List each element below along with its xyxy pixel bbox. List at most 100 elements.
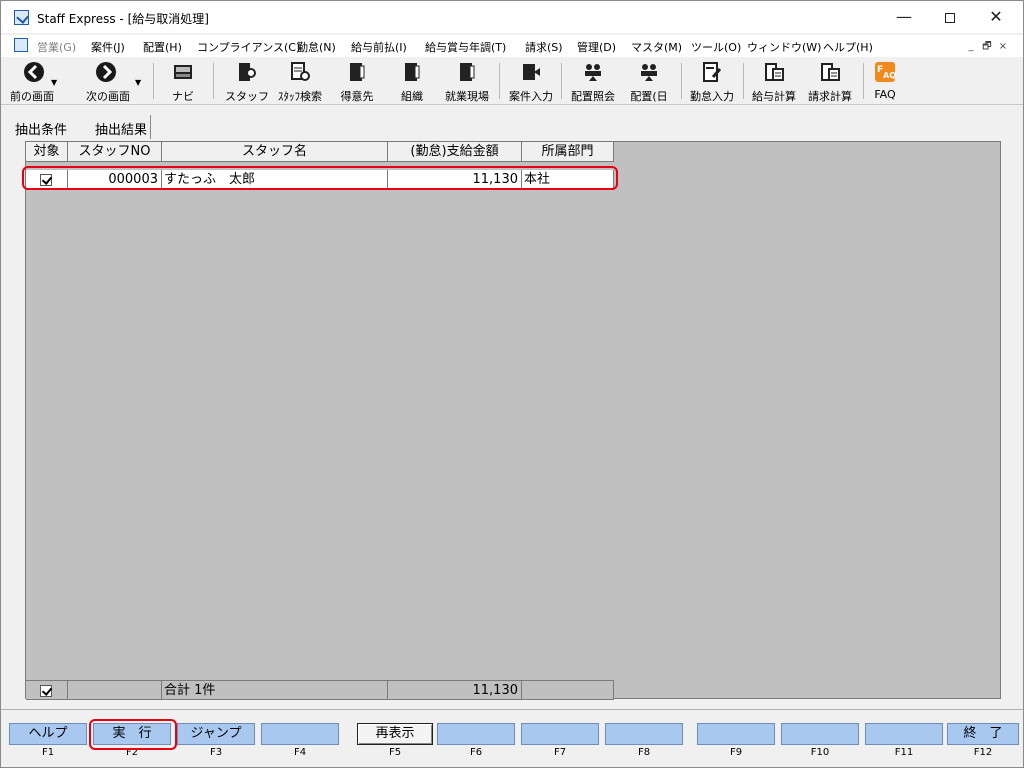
close-button[interactable]: ✕ — [973, 1, 1019, 33]
keyboard-icon — [174, 65, 192, 79]
column-header-department[interactable]: 所属部門 — [522, 142, 614, 162]
results-grid: 対象 スタッフNO スタッフ名 (勤怠)支給金額 所属部門 000003 すたっ… — [25, 141, 1001, 700]
menu-assignment[interactable]: 配置(H) — [143, 39, 182, 55]
f8-button[interactable] — [605, 723, 683, 745]
toolbar-forward-label: 次の画面 — [86, 90, 130, 103]
row-select-cell[interactable] — [26, 170, 68, 190]
menu-billing[interactable]: 請求(S) — [525, 39, 563, 55]
toolbar-staff-button[interactable]: スタッフ — [223, 60, 271, 103]
bottom-separator — [1, 709, 1023, 710]
toolbar-project-entry-button[interactable]: 案件入力 — [505, 60, 557, 103]
window-title: Staff Express - [給与取消処理] — [37, 12, 209, 26]
f12-key-label: F12 — [973, 747, 993, 758]
f3-jump-button[interactable]: ジャンプ — [177, 723, 255, 745]
f9-key-label: F9 — [729, 747, 743, 758]
toolbar-navi-label: ナビ — [172, 90, 194, 103]
menu-bar: 営業(G) 案件(J) 配置(H) コンプライアンス(C) 勤怠(N) 給与前払… — [1, 35, 1023, 57]
column-header-target[interactable]: 対象 — [26, 142, 68, 162]
f2-key-label: F2 — [125, 747, 139, 758]
footer-empty-cell — [522, 680, 614, 700]
row-select-checkbox[interactable] — [40, 174, 52, 186]
maximize-button[interactable] — [927, 1, 973, 33]
mdi-close-button[interactable]: × — [995, 41, 1011, 52]
toolbar-forward-button[interactable]: ▼ 次の画面 — [75, 60, 141, 103]
back-dropdown-icon[interactable]: ▼ — [51, 78, 57, 87]
menu-management[interactable]: 管理(D) — [577, 39, 616, 55]
toolbar-separator — [213, 63, 214, 99]
function-key-bar: ヘルプ F1 実 行 F2 ジャンプ F3 F4 再表示 F5 F6 F7 F8… — [1, 717, 1023, 767]
tab-extraction-conditions[interactable]: 抽出条件 — [12, 115, 70, 139]
f7-key-label: F7 — [553, 747, 567, 758]
f8-key-label: F8 — [637, 747, 651, 758]
column-header-staff-no[interactable]: スタッフNO — [68, 142, 162, 162]
assignment-inquiry-icon — [585, 64, 601, 81]
f11-key-label: F11 — [894, 747, 914, 758]
f1-help-button[interactable]: ヘルプ — [9, 723, 87, 745]
toolbar-organization-label: 組織 — [401, 90, 423, 103]
menu-help[interactable]: ヘルプ(H) — [823, 39, 873, 55]
toolbar-staff-label: スタッフ — [225, 90, 269, 103]
toolbar: ▼ 前の画面 ▼ 次の画面 ナビ スタッフ ｽﾀｯﾌ検索 得意先 組織 就業現場… — [1, 57, 1023, 105]
f6-button[interactable] — [437, 723, 515, 745]
toolbar-project-entry-label: 案件入力 — [509, 90, 553, 103]
column-header-amount[interactable]: (勤怠)支給金額 — [388, 142, 522, 162]
menu-tools[interactable]: ツール(O) — [691, 39, 741, 55]
svg-text:AQ: AQ — [883, 71, 896, 80]
f12-exit-button[interactable]: 終 了 — [947, 723, 1019, 745]
assignment-daily-icon — [641, 64, 657, 81]
toolbar-client-button[interactable]: 得意先 — [335, 60, 379, 103]
mdi-restore-button[interactable]: 🗗 — [979, 39, 995, 56]
toolbar-navi-button[interactable]: ナビ — [163, 60, 203, 103]
app-window: Staff Express - [給与取消処理] — ✕ 営業(G) 案件(J)… — [0, 0, 1024, 768]
f10-button[interactable] — [781, 723, 859, 745]
document-menu-icon[interactable] — [14, 38, 28, 52]
toolbar-separator — [681, 63, 682, 99]
mdi-minimize-button[interactable]: _ — [963, 41, 979, 52]
menu-payroll[interactable]: 給与賞与年調(T) — [425, 39, 506, 55]
worksite-binder-icon — [460, 63, 475, 81]
toolbar-payroll-calc-button[interactable]: 給与計算 — [747, 60, 801, 103]
toolbar-organization-button[interactable]: 組織 — [393, 60, 431, 103]
toolbar-worksite-label: 就業現場 — [445, 90, 489, 103]
toolbar-back-label: 前の画面 — [10, 90, 54, 103]
select-all-checkbox[interactable] — [40, 685, 52, 697]
toolbar-staff-search-label: ｽﾀｯﾌ検索 — [278, 90, 322, 103]
department-cell[interactable]: 本社 — [522, 170, 614, 190]
toolbar-assignment-inquiry-button[interactable]: 配置照会 — [567, 60, 619, 103]
f11-button[interactable] — [865, 723, 943, 745]
f9-button[interactable] — [697, 723, 775, 745]
menu-compliance[interactable]: コンプライアンス(C) — [197, 39, 300, 55]
column-header-staff-name[interactable]: スタッフ名 — [162, 142, 388, 162]
f4-button[interactable] — [261, 723, 339, 745]
menu-attendance[interactable]: 勤怠(N) — [297, 39, 336, 55]
f5-refresh-button[interactable]: 再表示 — [357, 723, 433, 745]
staff-binder-icon — [239, 63, 256, 81]
menu-window[interactable]: ウィンドウ(W) — [747, 39, 821, 55]
toolbar-assignment-daily-button[interactable]: 配置(日 — [625, 60, 673, 103]
tab-extraction-results[interactable]: 抽出結果 — [92, 115, 152, 139]
staff-no-cell[interactable]: 000003 — [68, 170, 162, 190]
select-all-cell[interactable] — [26, 680, 68, 700]
toolbar-attendance-entry-button[interactable]: 勤怠入力 — [685, 60, 739, 103]
toolbar-billing-calc-button[interactable]: 請求計算 — [801, 60, 859, 103]
menu-master[interactable]: マスタ(M) — [631, 39, 682, 55]
toolbar-faq-button[interactable]: F AQ FAQ — [867, 60, 903, 102]
f10-key-label: F10 — [810, 747, 830, 758]
f4-key-label: F4 — [293, 747, 307, 758]
toolbar-separator — [863, 63, 864, 99]
toolbar-back-button[interactable]: ▼ 前の画面 — [3, 60, 61, 103]
f7-button[interactable] — [521, 723, 599, 745]
minimize-button[interactable]: — — [881, 1, 927, 33]
forward-dropdown-icon[interactable]: ▼ — [135, 78, 141, 87]
staff-name-cell[interactable]: すたっふ 太郎 — [162, 170, 388, 190]
amount-cell[interactable]: 11,130 — [388, 170, 522, 190]
f5-key-label: F5 — [388, 747, 402, 758]
menu-salary-advance[interactable]: 給与前払(I) — [351, 39, 407, 55]
f2-execute-button[interactable]: 実 行 — [93, 723, 171, 745]
toolbar-staff-search-button[interactable]: ｽﾀｯﾌ検索 — [271, 60, 329, 103]
toolbar-worksite-button[interactable]: 就業現場 — [441, 60, 493, 103]
mdi-window-controls: _ 🗗 × — [963, 39, 1011, 56]
menu-projects[interactable]: 案件(J) — [91, 39, 125, 55]
footer-total-amount: 11,130 — [388, 680, 522, 700]
menu-sales[interactable]: 営業(G) — [37, 39, 76, 55]
